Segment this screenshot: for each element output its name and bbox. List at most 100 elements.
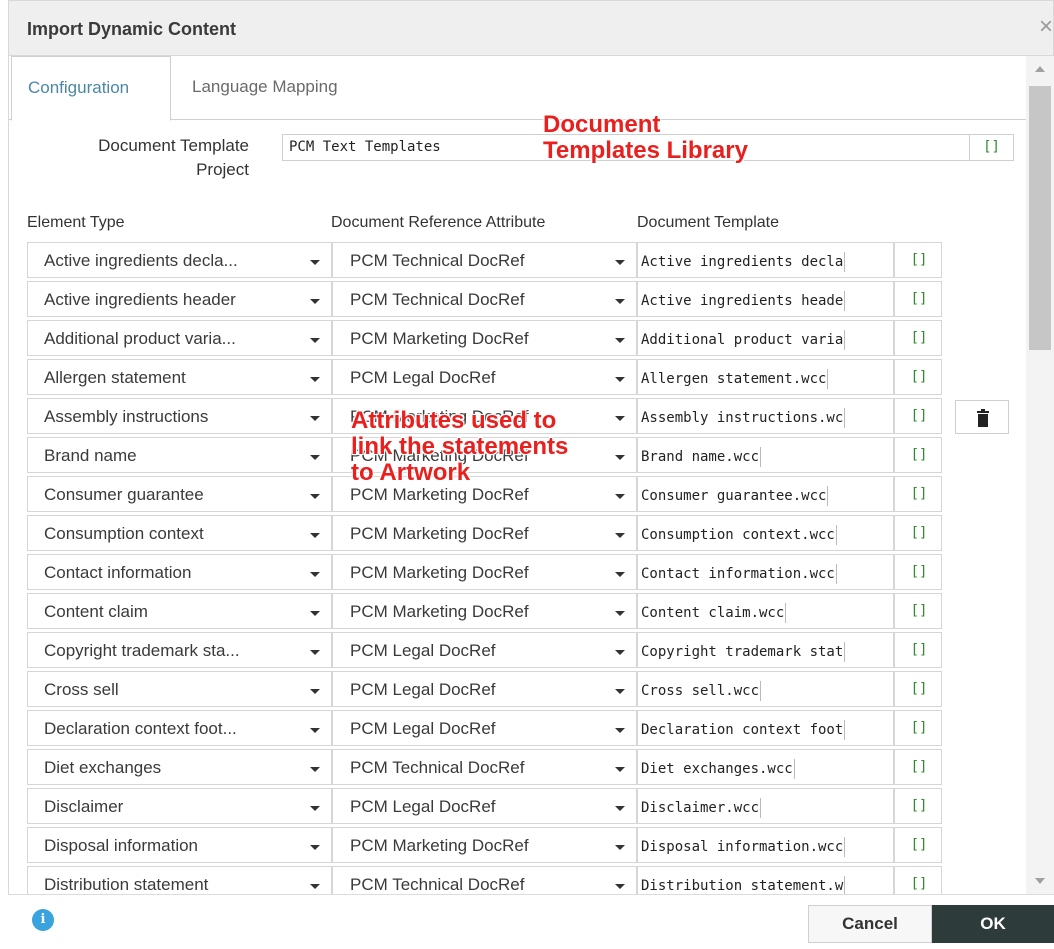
reference-attribute-dropdown[interactable]: PCM Marketing DocRef <box>332 554 637 590</box>
element-type-dropdown[interactable]: Contact information <box>27 554 332 590</box>
cancel-button[interactable]: Cancel <box>808 905 932 943</box>
template-picker-button[interactable]: [] <box>894 476 942 512</box>
reference-attribute-dropdown[interactable]: PCM Marketing DocRef <box>332 827 637 863</box>
template-input[interactable]: Cross sell.wcc <box>637 671 894 707</box>
template-input[interactable]: Additional product varia <box>637 320 894 356</box>
template-input[interactable]: Brand name.wcc <box>637 437 894 473</box>
reference-attribute-dropdown[interactable]: PCM Legal DocRef <box>332 710 637 746</box>
template-input[interactable]: Diet exchanges.wcc <box>637 749 894 785</box>
template-picker-button[interactable]: [] <box>894 710 942 746</box>
reference-attribute-dropdown[interactable]: PCM Technical DocRef <box>332 866 637 894</box>
template-value: Copyright trademark stat <box>641 642 846 662</box>
element-type-value: Active ingredients decla... <box>44 251 238 270</box>
template-text: Assembly instructions.wc <box>641 410 844 426</box>
template-value: Content claim.wcc <box>641 603 787 623</box>
template-input[interactable]: Copyright trademark stat <box>637 632 894 668</box>
element-type-dropdown[interactable]: Declaration context foot... <box>27 710 332 746</box>
template-input[interactable]: Disclaimer.wcc <box>637 788 894 824</box>
template-input[interactable]: Assembly instructions.wc <box>637 398 894 434</box>
template-picker-button[interactable]: [] <box>894 320 942 356</box>
info-icon[interactable]: i <box>32 909 54 931</box>
tab-configuration[interactable]: Configuration <box>11 56 171 121</box>
reference-attribute-dropdown[interactable]: PCM Legal DocRef <box>332 359 637 395</box>
picker-brackets: [] <box>910 603 928 619</box>
chevron-down-icon <box>310 845 320 850</box>
template-picker-button[interactable]: [] <box>894 749 942 785</box>
vertical-scrollbar[interactable] <box>1026 56 1054 894</box>
template-input[interactable]: Active ingredients heade <box>637 281 894 317</box>
element-type-value: Copyright trademark sta... <box>44 641 240 660</box>
element-type-dropdown[interactable]: Distribution statement <box>27 866 332 894</box>
template-picker-button[interactable]: [] <box>894 866 942 894</box>
template-picker-button[interactable]: [] <box>894 242 942 278</box>
reference-attribute-dropdown[interactable]: PCM Marketing DocRef <box>332 398 637 434</box>
element-type-dropdown[interactable]: Consumption context <box>27 515 332 551</box>
chevron-down-icon <box>615 260 625 265</box>
reference-attribute-dropdown[interactable]: PCM Marketing DocRef <box>332 437 637 473</box>
template-input[interactable]: Disposal information.wcc <box>637 827 894 863</box>
reference-attribute-dropdown[interactable]: PCM Legal DocRef <box>332 671 637 707</box>
reference-attribute-dropdown[interactable]: PCM Marketing DocRef <box>332 476 637 512</box>
element-type-dropdown[interactable]: Consumer guarantee <box>27 476 332 512</box>
reference-attribute-dropdown[interactable]: PCM Legal DocRef <box>332 788 637 824</box>
template-input[interactable]: Active ingredients decla <box>637 242 894 278</box>
project-picker-button[interactable]: [] <box>969 134 1014 161</box>
template-picker-button[interactable]: [] <box>894 359 942 395</box>
element-type-dropdown[interactable]: Diet exchanges <box>27 749 332 785</box>
reference-attribute-dropdown[interactable]: PCM Technical DocRef <box>332 749 637 785</box>
template-input[interactable]: Consumer guarantee.wcc <box>637 476 894 512</box>
template-input[interactable]: Consumption context.wcc <box>637 515 894 551</box>
template-picker-button[interactable]: [] <box>894 281 942 317</box>
element-type-dropdown[interactable]: Content claim <box>27 593 332 629</box>
ok-button[interactable]: OK <box>932 905 1054 943</box>
project-input[interactable]: PCM Text Templates <box>282 134 970 161</box>
scroll-down-icon[interactable] <box>1035 878 1045 884</box>
template-picker-button[interactable]: [] <box>894 398 942 434</box>
template-input[interactable]: Distribution statement.w <box>637 866 894 894</box>
reference-attribute-dropdown[interactable]: PCM Marketing DocRef <box>332 593 637 629</box>
template-input[interactable]: Declaration context foot <box>637 710 894 746</box>
picker-brackets: [] <box>910 486 928 502</box>
element-type-dropdown[interactable]: Active ingredients header <box>27 281 332 317</box>
template-picker-button[interactable]: [] <box>894 827 942 863</box>
element-type-dropdown[interactable]: Assembly instructions <box>27 398 332 434</box>
chevron-down-icon <box>615 455 625 460</box>
template-picker-button[interactable]: [] <box>894 437 942 473</box>
text-cursor <box>785 603 787 623</box>
element-type-dropdown[interactable]: Disclaimer <box>27 788 332 824</box>
template-picker-button[interactable]: [] <box>894 554 942 590</box>
template-text: Consumption context.wcc <box>641 527 835 543</box>
element-type-dropdown[interactable]: Additional product varia... <box>27 320 332 356</box>
scroll-up-icon[interactable] <box>1035 66 1045 72</box>
reference-attribute-dropdown[interactable]: PCM Marketing DocRef <box>332 320 637 356</box>
template-picker-button[interactable]: [] <box>894 788 942 824</box>
tab-language-mapping[interactable]: Language Mapping <box>192 56 338 121</box>
element-type-dropdown[interactable]: Copyright trademark sta... <box>27 632 332 668</box>
reference-attribute-dropdown[interactable]: PCM Legal DocRef <box>332 632 637 668</box>
close-icon[interactable]: × <box>1039 15 1053 39</box>
template-picker-button[interactable]: [] <box>894 515 942 551</box>
template-input[interactable]: Contact information.wcc <box>637 554 894 590</box>
template-picker-button[interactable]: [] <box>894 593 942 629</box>
element-type-dropdown[interactable]: Disposal information <box>27 827 332 863</box>
picker-brackets: [] <box>910 759 928 775</box>
template-input[interactable]: Content claim.wcc <box>637 593 894 629</box>
reference-attribute-value: PCM Legal DocRef <box>350 797 496 816</box>
reference-attribute-value: PCM Legal DocRef <box>350 368 496 387</box>
reference-attribute-dropdown[interactable]: PCM Technical DocRef <box>332 281 637 317</box>
element-type-dropdown[interactable]: Cross sell <box>27 671 332 707</box>
template-picker-button[interactable]: [] <box>894 671 942 707</box>
reference-attribute-dropdown[interactable]: PCM Technical DocRef <box>332 242 637 278</box>
element-type-dropdown[interactable]: Brand name <box>27 437 332 473</box>
delete-row-button[interactable] <box>955 400 1009 434</box>
element-type-dropdown[interactable]: Allergen statement <box>27 359 332 395</box>
template-input[interactable]: Allergen statement.wcc <box>637 359 894 395</box>
element-type-value: Contact information <box>44 563 192 582</box>
reference-attribute-value: PCM Technical DocRef <box>350 290 525 309</box>
template-picker-button[interactable]: [] <box>894 632 942 668</box>
picker-brackets: [] <box>910 447 928 463</box>
scrollbar-thumb[interactable] <box>1029 86 1051 350</box>
reference-attribute-dropdown[interactable]: PCM Marketing DocRef <box>332 515 637 551</box>
project-label-line2: Project <box>196 160 249 179</box>
element-type-dropdown[interactable]: Active ingredients decla... <box>27 242 332 278</box>
